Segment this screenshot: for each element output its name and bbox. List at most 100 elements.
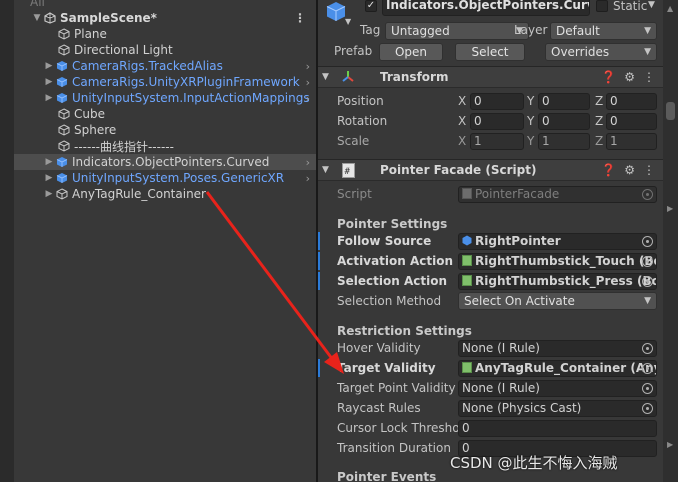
scrollbar-thumb[interactable] bbox=[666, 102, 675, 120]
help-icon[interactable]: ❓ bbox=[601, 70, 616, 84]
chevron-right-icon[interactable]: ▶ bbox=[44, 157, 54, 167]
layer-dropdown[interactable]: Default ▼ bbox=[550, 22, 657, 40]
prefab-select-button[interactable]: Select bbox=[455, 43, 525, 61]
object-name-field[interactable]: Indicators.ObjectPointers.Curved bbox=[382, 0, 590, 16]
hierarchy-item[interactable]: Plane bbox=[14, 26, 316, 42]
selection-method-dropdown[interactable]: Select On Activate ▼ bbox=[458, 292, 657, 310]
more-options-icon[interactable]: ⋮ bbox=[643, 163, 655, 177]
object-picker-icon[interactable] bbox=[642, 343, 653, 354]
hierarchy-item-label: Sphere bbox=[74, 123, 117, 137]
chevron-down-icon[interactable]: ▼ bbox=[322, 165, 336, 175]
follow-source-field[interactable]: RightPointer bbox=[458, 233, 657, 250]
chevron-right-icon[interactable]: › bbox=[306, 172, 310, 185]
object-picker-icon[interactable] bbox=[642, 383, 653, 394]
hierarchy-item[interactable]: ▶ CameraRigs.UnityXRPluginFramework › bbox=[14, 74, 316, 90]
hierarchy-item[interactable]: Sphere bbox=[14, 122, 316, 138]
object-picker-icon[interactable] bbox=[642, 189, 653, 200]
object-picker-icon[interactable] bbox=[642, 363, 653, 374]
active-checkbox[interactable]: ✓ bbox=[365, 0, 377, 12]
pointer-facade-header[interactable]: ▼ # Pointer Facade (Script) ❓ ⚙ ⋮ bbox=[318, 159, 663, 181]
static-checkbox[interactable] bbox=[596, 0, 608, 12]
hierarchy-item[interactable]: Directional Light bbox=[14, 42, 316, 58]
chevron-down-icon[interactable]: ▼ bbox=[648, 0, 655, 10]
target-validity-field[interactable]: AnyTagRule_Container (Any bbox=[458, 360, 657, 377]
chevron-right-icon[interactable]: › bbox=[306, 156, 310, 169]
raycast-rules-value: None (Physics Cast) bbox=[462, 401, 582, 415]
position-y-field[interactable]: 0 bbox=[538, 93, 590, 110]
hierarchy-item[interactable]: ▶ UnityInputSystem.Poses.GenericXR › bbox=[14, 170, 316, 186]
restriction-settings-header: Restriction Settings bbox=[337, 324, 472, 338]
hierarchy-item[interactable]: ▶ CameraRigs.TrackedAlias › bbox=[14, 58, 316, 74]
activation-action-value: RightThumbstick_Touch (Bo bbox=[475, 254, 657, 268]
presets-icon[interactable]: ⚙ bbox=[624, 70, 635, 84]
chevron-right-icon[interactable]: ▶ bbox=[44, 93, 54, 103]
scale-x-field[interactable]: 1 bbox=[470, 133, 524, 150]
rotation-x-field[interactable]: 0 bbox=[470, 113, 524, 130]
selection-action-value: RightThumbstick_Press (Bo bbox=[475, 274, 657, 288]
gameobject-icon bbox=[58, 124, 70, 136]
more-options-icon[interactable]: ⋮ bbox=[294, 11, 306, 25]
object-picker-icon[interactable] bbox=[642, 236, 653, 247]
pointer-settings-header: Pointer Settings bbox=[337, 217, 448, 231]
hover-validity-field[interactable]: None (I Rule) bbox=[458, 340, 657, 357]
transform-title: Transform bbox=[380, 70, 449, 84]
activation-action-field[interactable]: RightThumbstick_Touch (Bo bbox=[458, 253, 657, 270]
chevron-down-icon[interactable]: ▼ bbox=[32, 13, 42, 23]
chevron-down-icon[interactable]: ▼ bbox=[345, 17, 351, 26]
scene-row[interactable]: ▼ SampleScene* ⋮ bbox=[14, 10, 316, 26]
hierarchy-item[interactable]: ▶ UnityInputSystem.InputActionMappings › bbox=[14, 90, 316, 106]
hierarchy-item-label: Cube bbox=[74, 107, 105, 121]
rotation-z-field[interactable]: 0 bbox=[606, 113, 657, 130]
raycast-rules-field[interactable]: None (Physics Cast) bbox=[458, 400, 657, 417]
chevron-right-icon[interactable]: ▶ bbox=[667, 440, 673, 449]
inspector-scrollbar[interactable]: ▲ ▶ ▶ bbox=[663, 0, 678, 482]
target-point-validity-label: Target Point Validity bbox=[337, 381, 456, 395]
axis-z-label: Z bbox=[595, 114, 604, 128]
scale-z-field[interactable]: 1 bbox=[606, 133, 657, 150]
hierarchy-item-selected[interactable]: ▶ Indicators.ObjectPointers.Curved › bbox=[14, 154, 316, 170]
scale-y-field[interactable]: 1 bbox=[538, 133, 590, 150]
object-picker-icon[interactable] bbox=[642, 403, 653, 414]
selection-action-field[interactable]: RightThumbstick_Press (Bo bbox=[458, 273, 657, 290]
chevron-right-icon[interactable]: ▶ bbox=[44, 189, 54, 199]
help-icon[interactable]: ❓ bbox=[601, 163, 616, 177]
scroll-up-icon[interactable]: ▲ bbox=[667, 4, 673, 13]
rotation-y-field[interactable]: 0 bbox=[538, 113, 590, 130]
tag-dropdown[interactable]: Untagged ▼ bbox=[385, 22, 529, 40]
chevron-right-icon[interactable]: › bbox=[306, 92, 310, 105]
chevron-down-icon[interactable]: ▼ bbox=[322, 72, 336, 82]
transform-header[interactable]: ▼ Transform ❓ ⚙ ⋮ bbox=[318, 66, 663, 88]
script-field[interactable]: PointerFacade bbox=[458, 186, 657, 203]
presets-icon[interactable]: ⚙ bbox=[624, 163, 635, 177]
static-label: Static bbox=[613, 0, 648, 13]
chevron-down-icon: ▼ bbox=[644, 296, 651, 306]
chevron-right-icon[interactable]: ▶ bbox=[44, 173, 54, 183]
prefab-open-button[interactable]: Open bbox=[379, 43, 443, 61]
axis-y-label: Y bbox=[527, 114, 535, 128]
position-label: Position bbox=[337, 94, 384, 108]
chevron-right-icon[interactable]: ▶ bbox=[667, 204, 673, 213]
chevron-right-icon[interactable]: › bbox=[306, 60, 310, 73]
hierarchy-item[interactable]: ▶ AnyTagRule_Container bbox=[14, 186, 316, 202]
prefab-icon bbox=[56, 156, 68, 168]
hierarchy-search[interactable]: All bbox=[30, 0, 316, 10]
chevron-right-icon[interactable]: ▶ bbox=[44, 61, 54, 71]
chevron-right-icon[interactable]: › bbox=[306, 76, 310, 89]
hierarchy-item[interactable]: ------曲线指针------ bbox=[14, 138, 316, 154]
hierarchy-item[interactable]: Cube bbox=[14, 106, 316, 122]
cursor-lock-threshold-field[interactable]: 0 bbox=[458, 420, 657, 437]
object-picker-icon[interactable] bbox=[642, 256, 653, 267]
prefab-icon bbox=[56, 60, 68, 72]
position-x-field[interactable]: 0 bbox=[470, 93, 524, 110]
pointer-events-header: Pointer Events bbox=[337, 470, 437, 482]
more-options-icon[interactable]: ⋮ bbox=[643, 70, 655, 84]
target-point-validity-field[interactable]: None (I Rule) bbox=[458, 380, 657, 397]
chevron-right-icon[interactable]: ▶ bbox=[44, 77, 54, 87]
activation-action-label: Activation Action bbox=[337, 254, 454, 268]
overrides-dropdown[interactable]: Overrides ▼ bbox=[545, 43, 657, 61]
hierarchy-scrollbar[interactable] bbox=[0, 0, 14, 482]
hierarchy-item-label: UnityInputSystem.InputActionMappings bbox=[72, 91, 310, 105]
position-z-field[interactable]: 0 bbox=[606, 93, 657, 110]
object-picker-icon[interactable] bbox=[642, 276, 653, 287]
hierarchy-item-label: Plane bbox=[74, 27, 107, 41]
